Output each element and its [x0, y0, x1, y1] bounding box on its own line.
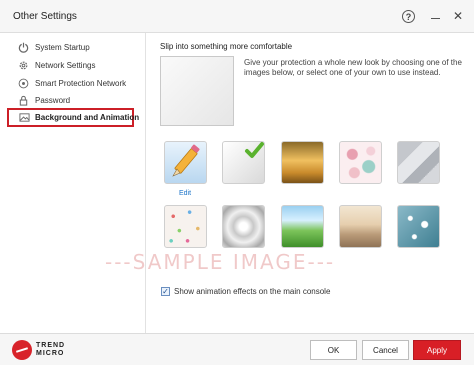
title-bar: Other Settings ? ✕	[0, 0, 474, 33]
trend-micro-logo: TREND MICRO	[12, 340, 65, 360]
close-icon: ✕	[452, 9, 464, 23]
thumbnail-blue-snowflakes[interactable]	[397, 205, 440, 248]
sample-watermark: ---SAMPLE IMAGE---	[105, 250, 336, 274]
network-icon	[17, 77, 30, 90]
pencil-icon	[172, 144, 200, 177]
checkmark-icon: ✓	[162, 287, 169, 296]
sidebar-item-label: Network Settings	[35, 61, 96, 70]
background-settings-panel: Slip into something more comfortable Giv…	[147, 33, 474, 333]
section-heading: Slip into something more comfortable	[160, 42, 293, 51]
thumbnail-confetti-dots[interactable]	[164, 205, 207, 248]
logo-line2: MICRO	[36, 350, 65, 357]
sidebar-item-system-startup[interactable]: System Startup	[7, 39, 133, 56]
edit-link[interactable]: Edit	[179, 190, 191, 197]
sidebar-item-label: Smart Protection Network	[35, 79, 127, 88]
thumbnail-gray-polygons[interactable]	[397, 141, 440, 184]
trend-micro-ball-icon	[12, 340, 32, 360]
selected-check-icon	[245, 142, 264, 158]
minimize-icon	[430, 18, 440, 19]
power-icon	[17, 41, 30, 54]
ok-button[interactable]: OK	[310, 340, 357, 360]
thumbnail-sunset-beach[interactable]	[339, 205, 382, 248]
animation-option[interactable]: ✓ Show animation effects on the main con…	[161, 287, 330, 296]
background-preview	[160, 56, 234, 126]
sidebar-item-smart-protection-network[interactable]: Smart Protection Network	[7, 75, 133, 92]
thumbnail-pink-circles[interactable]	[339, 141, 382, 184]
minimize-button[interactable]	[428, 9, 442, 23]
gear-icon	[17, 59, 30, 72]
lock-icon	[17, 94, 30, 107]
apply-button[interactable]: Apply	[413, 340, 461, 360]
section-description: Give your protection a whole new look by…	[244, 58, 462, 77]
help-button[interactable]: ?	[402, 10, 415, 23]
sidebar-item-label: Password	[35, 96, 71, 105]
sidebar-item-label: Background and Animation	[35, 113, 140, 122]
thumbnail-plain-white[interactable]	[222, 141, 265, 184]
window-title: Other Settings	[13, 11, 77, 22]
thumbnail-wheat-field[interactable]	[281, 141, 324, 184]
thumbnail-edit-custom[interactable]	[164, 141, 207, 184]
sidebar-item-network-settings[interactable]: Network Settings	[7, 57, 133, 74]
help-icon: ?	[405, 11, 412, 22]
sidebar-item-background-and-animation[interactable]: Background and Animation	[7, 108, 139, 127]
logo-line1: TREND	[36, 342, 66, 349]
sidebar-item-label: System Startup	[35, 43, 90, 52]
sidebar-item-password[interactable]: Password	[7, 92, 133, 109]
settings-sidebar: System Startup Network Settings Smart Pr…	[0, 33, 146, 333]
dialog-footer: TREND MICRO OK Cancel Apply	[0, 333, 474, 365]
cancel-button[interactable]: Cancel	[362, 340, 409, 360]
thumbnail-green-grass[interactable]	[281, 205, 324, 248]
image-icon	[19, 111, 30, 124]
close-button[interactable]: ✕	[451, 9, 465, 23]
thumbnail-silver-radial[interactable]	[222, 205, 265, 248]
animation-checkbox-label: Show animation effects on the main conso…	[174, 287, 331, 296]
animation-checkbox[interactable]: ✓	[161, 287, 170, 296]
